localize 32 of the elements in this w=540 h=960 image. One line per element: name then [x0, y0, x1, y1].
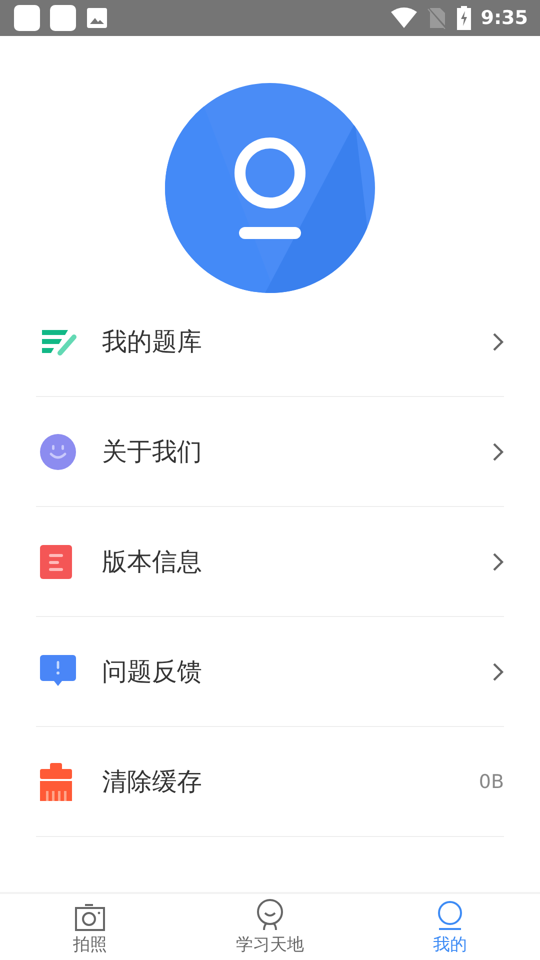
chevron-icon	[492, 332, 504, 352]
notification-icon	[50, 5, 76, 31]
battery-charging-icon	[456, 6, 471, 30]
camera-icon	[75, 903, 105, 931]
clock-time: 9:35	[480, 7, 528, 29]
menu-item[interactable]: 版本信息	[36, 507, 504, 617]
chevron-icon	[492, 662, 504, 682]
image-icon	[86, 7, 108, 29]
menu-item[interactable]: 清除缓存 0B	[36, 727, 504, 837]
cache-size: 0B	[478, 770, 504, 792]
menu-item[interactable]: 我的题库	[36, 287, 504, 397]
nav-tab[interactable]: 拍照	[0, 894, 180, 960]
menu-item[interactable]: 关于我们	[36, 397, 504, 507]
chevron-icon	[492, 552, 504, 572]
speech-bubble-icon	[40, 654, 76, 688]
menu-label: 关于我们	[102, 436, 203, 468]
smiling-figure-icon	[255, 899, 285, 931]
menu-label: 问题反馈	[102, 656, 203, 688]
document-icon	[40, 544, 72, 578]
menu-item[interactable]: 问题反馈	[36, 617, 504, 727]
menu-label: 清除缓存	[102, 766, 203, 798]
smiley-icon	[40, 434, 76, 470]
notification-icon	[14, 5, 40, 31]
nav-tab[interactable]: 学习天地	[180, 894, 360, 960]
person-icon	[435, 901, 465, 931]
menu-label: 我的题库	[102, 326, 203, 358]
menu-label: 版本信息	[102, 546, 203, 578]
brush-icon	[40, 762, 72, 800]
stripes-icon	[40, 328, 78, 356]
no-sim-icon	[426, 7, 447, 29]
wifi-icon	[390, 7, 417, 29]
chevron-icon	[492, 442, 504, 462]
